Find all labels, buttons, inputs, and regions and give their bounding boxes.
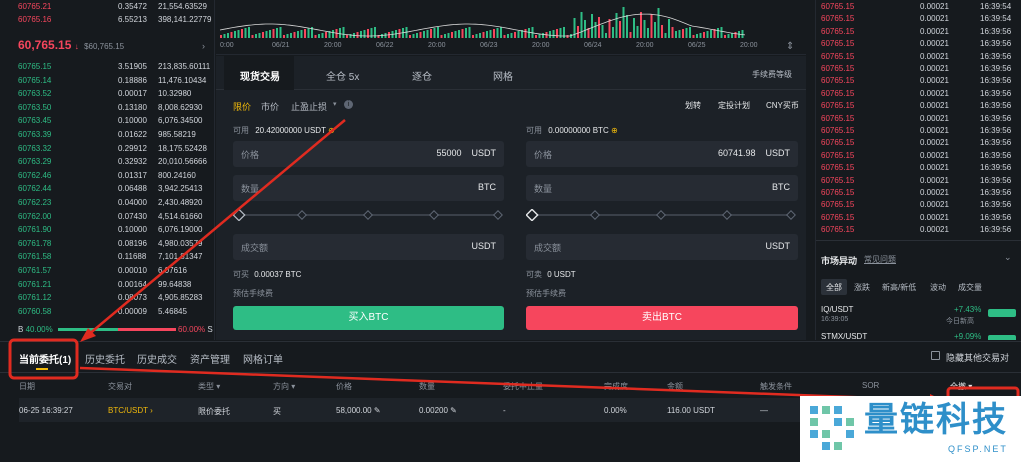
watermark: 量链科技 QFSP.NET — [800, 396, 1021, 462]
logo-icon — [810, 406, 854, 450]
highlight-box — [8, 338, 79, 380]
arrow-line — [87, 119, 346, 336]
watermark-text: 量链科技 — [864, 401, 1008, 439]
watermark-sub: QFSP.NET — [948, 444, 1008, 454]
annotation-overlay — [8, 119, 1020, 450]
